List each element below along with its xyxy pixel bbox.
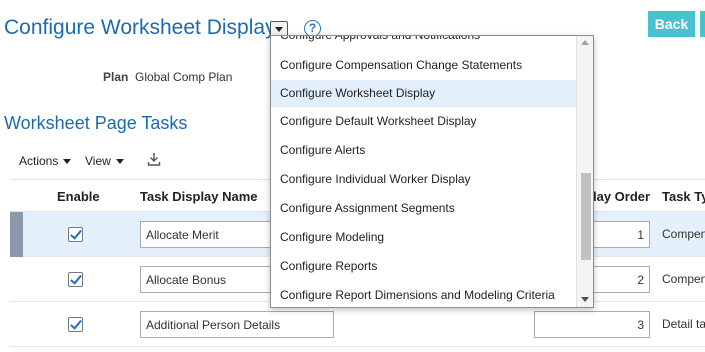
back-button[interactable]: Back <box>648 11 695 37</box>
task-type-cell: Compen <box>662 227 705 241</box>
actions-menu[interactable]: Actions <box>19 154 72 168</box>
enable-checkbox[interactable] <box>68 272 83 287</box>
plan-value: Global Comp Plan <box>135 70 233 84</box>
dropdown-item[interactable]: Configure Default Worksheet Display <box>271 108 576 135</box>
display-order-input[interactable]: 3 <box>534 311 650 338</box>
scroll-up-arrow-icon[interactable] <box>581 40 589 45</box>
task-type-cell: Detail ta <box>662 317 705 331</box>
section-title: Worksheet Page Tasks <box>4 113 188 133</box>
page-title: Configure Worksheet Display <box>4 16 276 39</box>
column-header-display-order[interactable]: lay Order <box>593 189 650 204</box>
plan-label: Plan <box>103 70 129 84</box>
dropdown-item[interactable]: Configure Compensation Change Statements <box>271 52 576 79</box>
dropdown-item[interactable]: Configure Approvals and Notifications <box>271 36 576 49</box>
scrollbar-thumb[interactable] <box>581 173 591 260</box>
dropdown-item[interactable]: Configure Report Dimensions and Modeling… <box>271 282 576 307</box>
actions-menu-label: Actions <box>19 154 59 168</box>
dropdown-item[interactable]: Configure Reports <box>271 253 576 280</box>
scroll-down-arrow-icon[interactable] <box>581 297 589 302</box>
dropdown-item[interactable]: Configure Alerts <box>271 137 576 164</box>
next-button-partial[interactable] <box>700 11 705 37</box>
enable-checkbox[interactable] <box>68 227 83 242</box>
column-header-task-display-name[interactable]: Task Display Name <box>140 189 258 204</box>
row-selection-marker <box>10 212 23 257</box>
export-icon[interactable] <box>147 152 161 166</box>
column-header-enable[interactable]: Enable <box>57 189 100 204</box>
view-menu[interactable]: View <box>85 154 124 168</box>
enable-checkbox[interactable] <box>68 317 83 332</box>
caret-down-icon <box>63 159 72 165</box>
dropdown-item-selected[interactable]: Configure Worksheet Display <box>271 80 576 107</box>
dropdown-item[interactable]: Configure Assignment Segments <box>271 195 576 222</box>
page-navigation-dropdown: Configure Approvals and Notifications Co… <box>270 35 594 308</box>
table-row[interactable]: Additional Person Details 3 Detail ta <box>10 302 705 347</box>
column-header-task-type[interactable]: Task Ty <box>662 189 705 204</box>
dropdown-scrollbar[interactable] <box>576 36 593 307</box>
dropdown-item[interactable]: Configure Modeling <box>271 224 576 251</box>
task-type-cell: Compen <box>662 272 705 286</box>
task-display-name-input[interactable]: Additional Person Details <box>140 311 334 338</box>
dropdown-item[interactable]: Configure Individual Worker Display <box>271 166 576 193</box>
view-menu-label: View <box>85 154 111 168</box>
caret-down-icon <box>115 159 124 165</box>
